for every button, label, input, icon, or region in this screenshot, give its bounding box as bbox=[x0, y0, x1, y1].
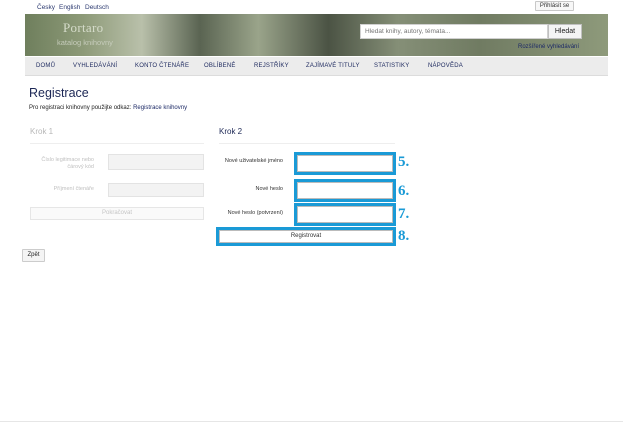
banner: Portaro katalog knihovny Hledat Rozšířen… bbox=[25, 14, 608, 56]
lang-czech[interactable]: Česky bbox=[37, 4, 55, 11]
nav-reader-account[interactable]: KONTO ČTENÁŘE bbox=[135, 63, 189, 69]
nav-search[interactable]: VYHLEDÁVÁNÍ bbox=[73, 63, 117, 69]
surname-input[interactable] bbox=[108, 183, 204, 197]
annotation-8: 8. bbox=[398, 228, 410, 244]
intro-label: Pro registraci knihovny použijte odkaz: bbox=[29, 105, 134, 111]
password-confirm-input[interactable] bbox=[294, 203, 396, 226]
card-number-label: Číslo legitimace nebo čárový kód bbox=[41, 157, 94, 170]
intro-text: Pro registraci knihovny použijte odkaz: … bbox=[29, 105, 187, 111]
brand-logo[interactable]: Portaro bbox=[63, 20, 103, 36]
password-label: Nové heslo bbox=[255, 186, 283, 192]
page-title: Registrace bbox=[29, 86, 89, 100]
footer-divider bbox=[0, 421, 623, 422]
nav-statistics[interactable]: STATISTIKY bbox=[374, 63, 409, 69]
surname-label: Příjmení čtenáře bbox=[53, 186, 94, 192]
nav-interesting-titles[interactable]: ZAJÍMAVÉ TITULY bbox=[306, 63, 360, 69]
back-button[interactable]: Zpět bbox=[22, 249, 45, 262]
brand-subtitle: katalog knihovny bbox=[57, 38, 113, 47]
nav-home[interactable]: DOMŮ bbox=[36, 63, 55, 69]
annotation-6: 6. bbox=[398, 183, 410, 199]
nav-help[interactable]: NÁPOVĚDA bbox=[428, 63, 463, 69]
annotation-5: 5. bbox=[398, 154, 410, 170]
continue-button[interactable]: Pokračovat bbox=[30, 207, 204, 220]
lang-english[interactable]: English bbox=[59, 4, 80, 11]
lang-deutsch[interactable]: Deutsch bbox=[85, 4, 109, 11]
search-input[interactable] bbox=[360, 24, 548, 39]
card-number-input[interactable] bbox=[108, 154, 204, 170]
step2-heading: Krok 2 bbox=[219, 127, 243, 136]
annotation-7: 7. bbox=[398, 206, 410, 222]
username-label: Nové uživatelské jméno bbox=[224, 158, 283, 164]
search-button[interactable]: Hledat bbox=[548, 24, 582, 39]
nav-indexes[interactable]: REJSTŘÍKY bbox=[254, 63, 289, 69]
password-input[interactable] bbox=[294, 179, 396, 202]
top-bar: Česky English Deutsch Přihlásit se bbox=[0, 0, 623, 14]
login-button[interactable]: Přihlásit se bbox=[535, 1, 574, 11]
username-input[interactable] bbox=[294, 152, 396, 175]
register-button[interactable]: Registrovat bbox=[216, 227, 396, 246]
step1-heading: Krok 1 bbox=[30, 127, 54, 136]
step2-divider bbox=[219, 143, 395, 144]
step1-divider bbox=[30, 143, 204, 144]
advanced-search-link[interactable]: Rozšířené vyhledávání bbox=[518, 44, 579, 50]
library-registration-link[interactable]: Registrace knihovny bbox=[133, 105, 187, 111]
nav-favorites[interactable]: OBLÍBENÉ bbox=[204, 63, 236, 69]
password-confirm-label: Nové heslo (potvrzení) bbox=[227, 210, 283, 216]
main-nav: DOMŮ VYHLEDÁVÁNÍ KONTO ČTENÁŘE OBLÍBENÉ … bbox=[25, 57, 608, 76]
